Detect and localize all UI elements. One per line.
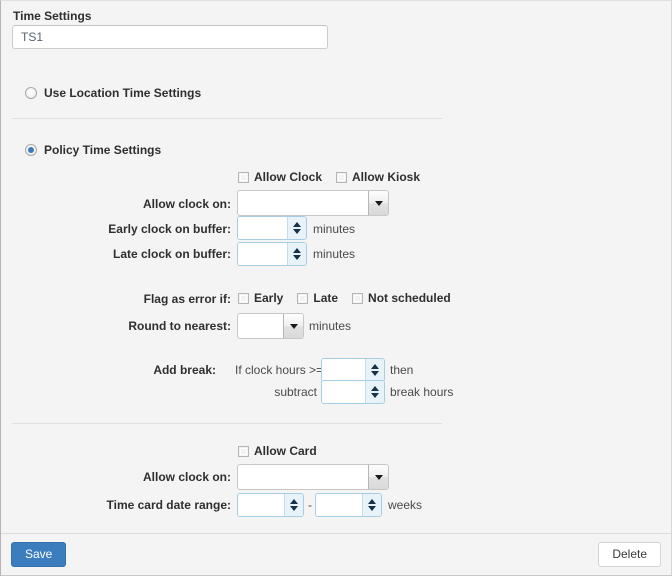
radio-label-use-location: Use Location Time Settings <box>44 86 202 100</box>
spinner-early-clock-on-buffer[interactable] <box>237 216 307 240</box>
select-value-round-to-nearest <box>238 314 283 338</box>
date-range-separator: - <box>308 498 312 512</box>
chevron-down-icon[interactable] <box>283 314 303 338</box>
unit-date-range-weeks: weeks <box>388 498 423 512</box>
form-body: Time Settings Use Location Time Settings… <box>1 1 671 534</box>
checkbox-icon-allow-card <box>238 445 249 457</box>
spinner-if-clock-hours[interactable] <box>321 358 385 382</box>
spinner-late-clock-on-buffer[interactable] <box>237 242 307 266</box>
select-allow-clock-on-card[interactable] <box>237 464 389 490</box>
checkbox-label-allow-card: Allow Card <box>254 444 317 458</box>
spinner-value-early-buffer <box>238 217 287 239</box>
spinner-value-late-buffer <box>238 243 287 265</box>
select-value-allow-clock-on-card <box>238 465 368 489</box>
checkbox-flag-early[interactable]: Early <box>238 291 283 305</box>
caret-down-icon <box>371 393 379 398</box>
spinner-value-date-range-to <box>316 494 362 516</box>
caret-down-icon <box>290 506 298 511</box>
clock-kiosk-checkbox-group: Allow Clock Allow Kiosk <box>238 170 420 184</box>
label-add-break: Add break: <box>153 363 216 377</box>
radio-policy-time-settings[interactable]: Policy Time Settings <box>25 143 161 157</box>
checkbox-flag-not-scheduled[interactable]: Not scheduled <box>352 291 451 305</box>
delete-button[interactable]: Delete <box>598 542 661 567</box>
radio-icon-selected <box>25 144 37 156</box>
label-allow-clock-on-policy: Allow clock on: <box>142 197 231 211</box>
label-time-card-date-range: Time card date range: <box>106 498 232 512</box>
select-value-allow-clock-on-policy <box>238 191 368 215</box>
spinner-stepper-early-buffer[interactable] <box>287 217 306 239</box>
time-settings-name-label: Time Settings <box>13 9 92 23</box>
radio-icon-unselected <box>25 87 37 99</box>
checkbox-label-allow-clock: Allow Clock <box>254 170 323 184</box>
radio-use-location-time-settings[interactable]: Use Location Time Settings <box>25 86 201 100</box>
checkbox-label-flag-not-scheduled: Not scheduled <box>368 291 451 305</box>
caret-up-icon <box>293 248 301 253</box>
checkbox-allow-clock[interactable]: Allow Clock <box>238 170 322 184</box>
checkbox-icon-allow-clock <box>238 171 249 183</box>
card-checkbox-group: Allow Card <box>238 444 317 458</box>
caret-up-icon <box>293 222 301 227</box>
caret-down-icon <box>293 255 301 260</box>
label-then: then <box>390 363 414 377</box>
divider-bottom <box>12 423 442 424</box>
select-allow-clock-on-policy[interactable] <box>237 190 389 216</box>
label-late-clock-on-buffer: Late clock on buffer: <box>112 247 231 261</box>
caret-up-icon <box>368 499 376 504</box>
save-button[interactable]: Save <box>11 542 67 567</box>
chevron-down-icon[interactable] <box>368 465 388 489</box>
checkbox-flag-late[interactable]: Late <box>297 291 338 305</box>
checkbox-icon-flag-late <box>297 292 309 304</box>
caret-down-icon <box>368 506 376 511</box>
caret-up-icon <box>371 364 379 369</box>
checkbox-icon-allow-kiosk <box>336 171 348 183</box>
label-subtract: subtract <box>274 385 317 399</box>
label-early-clock-on-buffer: Early clock on buffer: <box>108 222 231 236</box>
unit-late-buffer-minutes: minutes <box>313 247 356 261</box>
unit-early-buffer-minutes: minutes <box>313 222 356 236</box>
spinner-stepper-late-buffer[interactable] <box>287 243 306 265</box>
spinner-stepper-subtract[interactable] <box>365 381 384 403</box>
spinner-stepper-date-range-from[interactable] <box>284 494 303 516</box>
checkbox-label-flag-early: Early <box>254 291 284 305</box>
label-round-to-nearest: Round to nearest: <box>128 319 231 333</box>
radio-label-policy: Policy Time Settings <box>44 143 162 157</box>
spinner-stepper-date-range-to[interactable] <box>362 494 381 516</box>
divider-top <box>12 118 442 119</box>
spinner-subtract-break-hours[interactable] <box>321 380 385 404</box>
caret-down-icon <box>293 229 301 234</box>
spinner-value-if-clock-hours <box>322 359 365 381</box>
unit-round-minutes: minutes <box>309 319 352 333</box>
spinner-stepper-if-clock-hours[interactable] <box>365 359 384 381</box>
spinner-date-range-from[interactable] <box>237 493 304 517</box>
chevron-down-icon[interactable] <box>368 191 388 215</box>
checkbox-icon-flag-early <box>238 292 249 304</box>
label-allow-clock-on-card: Allow clock on: <box>142 470 231 484</box>
checkbox-allow-kiosk[interactable]: Allow Kiosk <box>336 170 420 184</box>
checkbox-label-allow-kiosk: Allow Kiosk <box>352 170 421 184</box>
checkbox-allow-card[interactable]: Allow Card <box>238 444 317 458</box>
caret-down-icon <box>371 371 379 376</box>
form-footer: Save Delete <box>1 533 671 575</box>
time-settings-page: Time Settings Use Location Time Settings… <box>0 0 672 576</box>
checkbox-icon-flag-not-scheduled <box>352 292 364 304</box>
caret-up-icon <box>371 386 379 391</box>
checkbox-label-flag-late: Late <box>313 291 339 305</box>
spinner-value-date-range-from <box>238 494 284 516</box>
select-round-to-nearest[interactable] <box>237 313 304 339</box>
caret-up-icon <box>290 499 298 504</box>
spinner-value-subtract <box>322 381 365 403</box>
flag-as-error-checkbox-group: Early Late Not scheduled <box>238 291 451 305</box>
label-flag-as-error-if: Flag as error if: <box>143 292 231 306</box>
label-if-clock-hours: If clock hours >= <box>235 363 324 377</box>
label-break-hours: break hours <box>390 385 454 399</box>
spinner-date-range-to[interactable] <box>315 493 382 517</box>
time-settings-name-input[interactable] <box>12 25 328 49</box>
